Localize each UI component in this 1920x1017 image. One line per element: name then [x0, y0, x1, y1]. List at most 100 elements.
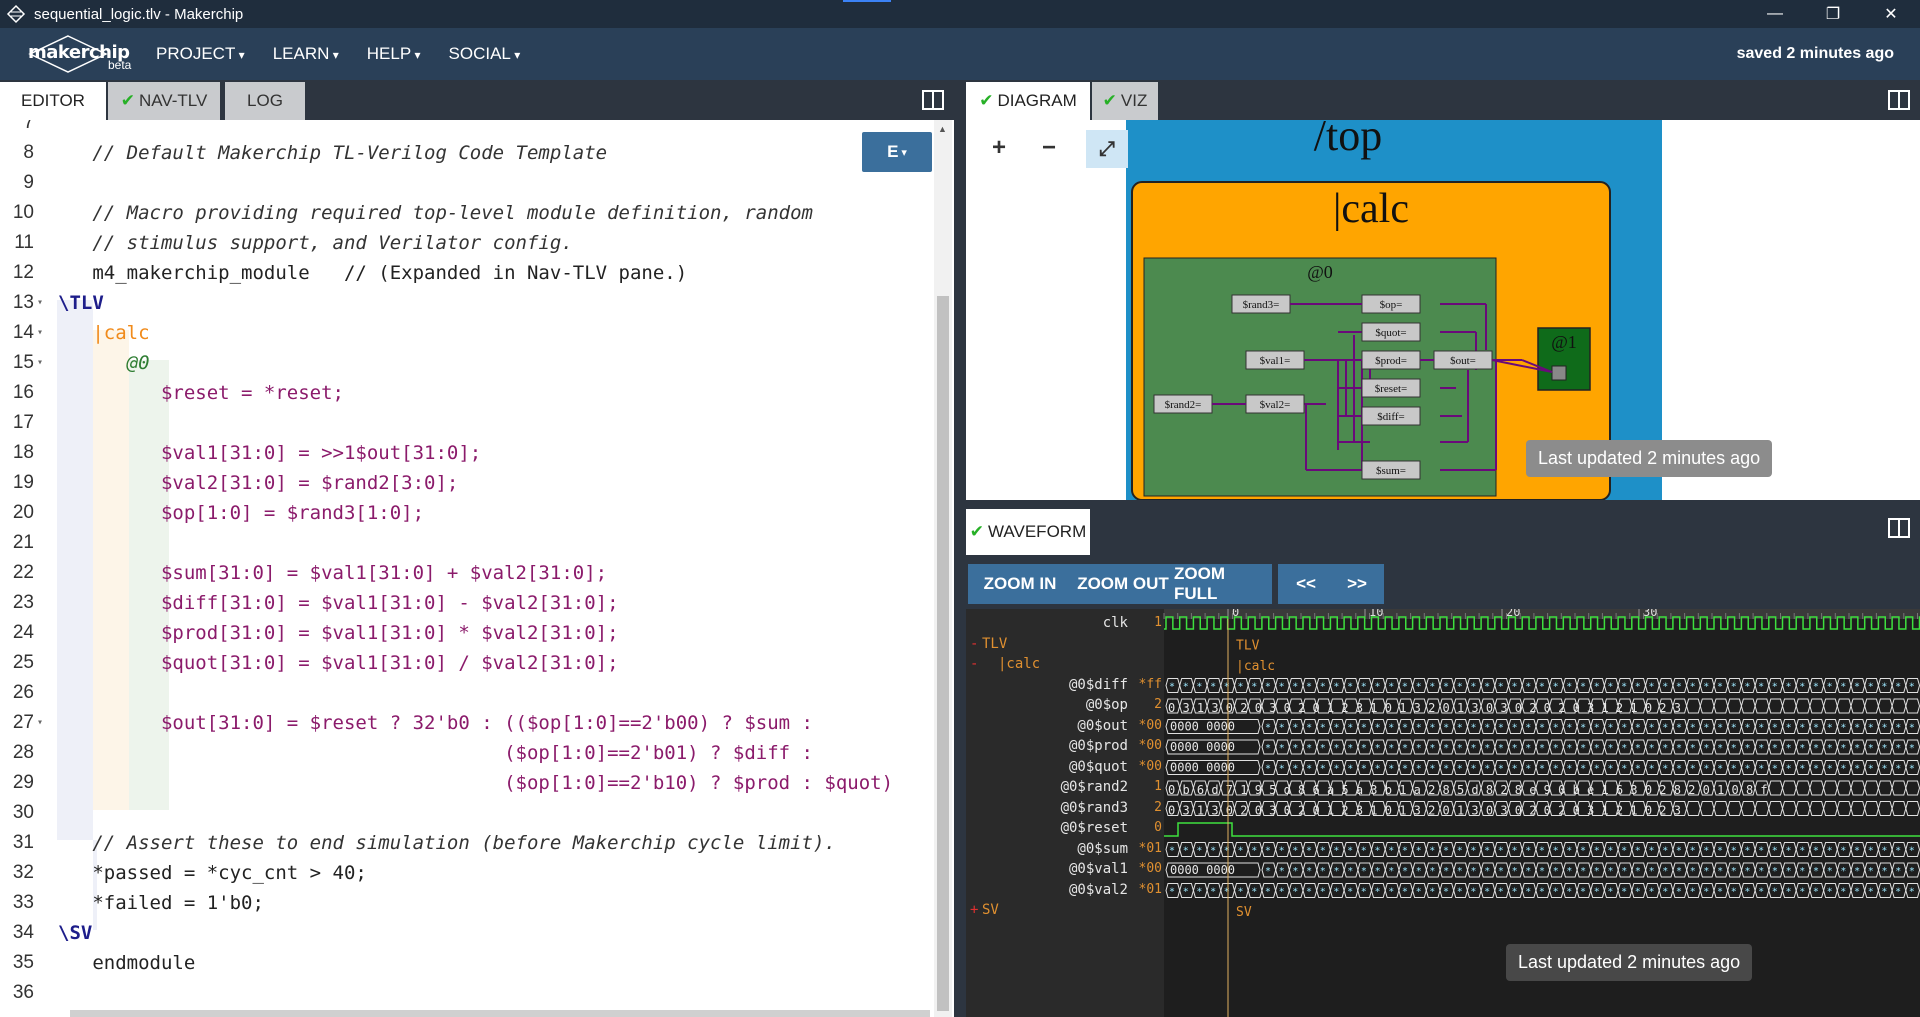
scroll-left-button[interactable]: << [1278, 564, 1334, 604]
tab-log[interactable]: LOG [225, 82, 305, 120]
bus-value: * [1429, 743, 1435, 754]
bus-value: * [1457, 743, 1463, 754]
code-line[interactable]: 23 $diff[31:0] = $val1[31:0] - $val2[31:… [0, 588, 940, 618]
bus-value: * [1607, 682, 1613, 693]
code-line[interactable]: 29 ($op[1:0]==2'b10) ? $prod : $quot) [0, 768, 940, 798]
bus-value: * [1649, 743, 1655, 754]
bus-value: * [1512, 743, 1518, 754]
bus-value: * [1813, 846, 1819, 857]
zoom-out-button[interactable]: ZOOM OUT [1072, 564, 1174, 604]
scroll-right-button[interactable]: >> [1330, 564, 1384, 604]
bus-value: * [1279, 764, 1285, 775]
bus-value: * [1512, 846, 1518, 857]
menu-project[interactable]: PROJECT [156, 44, 245, 64]
code-line[interactable]: 9 [0, 168, 940, 198]
check-icon: ✔ [120, 91, 135, 110]
tab-waveform[interactable]: ✔ WAVEFORM [966, 509, 1090, 555]
bus-value: * [1786, 866, 1792, 877]
diagram-canvas[interactable]: /top |calc @0 @1 $rand3= $op= $quot= $va… [966, 120, 1920, 500]
bus-value: * [1786, 682, 1792, 693]
code-line[interactable]: 36 [0, 978, 940, 1008]
code-line[interactable]: 18 $val1[31:0] = >>1$out[31:0]; [0, 438, 940, 468]
code-line[interactable]: 25 $quot[31:0] = $val1[31:0] / $val2[31:… [0, 648, 940, 678]
makerchip-logo[interactable]: makerchip beta [26, 32, 136, 76]
bus-segment [1795, 801, 1811, 816]
split-pane-icon[interactable] [922, 90, 944, 110]
restore-icon[interactable]: ❐ [1804, 0, 1862, 28]
tab-nav-tlv[interactable]: ✔ NAV-TLV [108, 82, 220, 120]
bus-value: * [1772, 764, 1778, 775]
minimize-icon[interactable]: — [1746, 0, 1804, 28]
code-line[interactable]: 14 ▾ |calc [0, 318, 940, 348]
code-line[interactable]: 27 ▾ $out[31:0] = $reset ? 32'b0 : (($op[… [0, 708, 940, 738]
bus-value: * [1799, 846, 1805, 857]
beta-label: beta [108, 58, 132, 72]
code-line[interactable]: 20 $op[1:0] = $rand3[1:0]; [0, 498, 940, 528]
menu-social[interactable]: SOCIAL [449, 44, 521, 64]
close-icon[interactable]: ✕ [1862, 0, 1920, 28]
bus-value: * [1772, 723, 1778, 734]
reset-trace [1164, 822, 1920, 837]
code-editor[interactable]: 7 8 // Default Makerchip TL-Verilog Code … [0, 120, 960, 1017]
bus-value: * [1320, 846, 1326, 857]
diagram-fit-button[interactable]: ⤢ [1086, 130, 1128, 168]
waveform-viewer[interactable]: ZOOM IN ZOOM OUT ZOOM FULL << >> 1 clk - TL… [966, 555, 1920, 1017]
code-line[interactable]: 8 // Default Makerchip TL-Verilog Code T… [0, 138, 940, 168]
fold-arrow-icon[interactable]: ▾ [37, 318, 43, 348]
code-line[interactable]: 33 *failed = 1'b0; [0, 888, 940, 918]
tab-viz[interactable]: ✔ VIZ [1092, 82, 1158, 120]
code-line[interactable]: 30 [0, 798, 940, 828]
code-line[interactable]: 31 // Assert these to end simulation (be… [0, 828, 940, 858]
bus-value: * [1662, 723, 1668, 734]
bus-value: * [1553, 866, 1559, 877]
code-line[interactable]: 10 // Macro providing required top-level… [0, 198, 940, 228]
code-line[interactable]: 21 [0, 528, 940, 558]
bus-value: * [1388, 764, 1394, 775]
bus-value: * [1361, 887, 1367, 898]
split-pane-icon[interactable] [1888, 518, 1910, 538]
fold-arrow-icon[interactable]: ▾ [37, 348, 43, 378]
fold-arrow-icon[interactable]: ▾ [37, 708, 43, 738]
wave-group-label: |calc [1236, 659, 1275, 674]
bus-value: * [1676, 743, 1682, 754]
code-line[interactable]: 34 \SV [0, 918, 940, 948]
bus-segment [1754, 698, 1770, 714]
code-line[interactable]: 12 m4_makerchip_module // (Expanded in N… [0, 258, 940, 288]
scroll-thumb[interactable] [937, 296, 949, 1011]
code-line[interactable]: 26 [0, 678, 940, 708]
code-line[interactable]: 16 $reset = *reset; [0, 378, 940, 408]
bus-value: * [1676, 887, 1682, 898]
code-line[interactable]: 17 [0, 408, 940, 438]
code-line[interactable]: 15 ▾ @0 [0, 348, 940, 378]
code-line[interactable]: 35 endmodule [0, 948, 940, 978]
code-line[interactable]: 13 ▾ \TLV [0, 288, 940, 318]
zoom-full-button[interactable]: ZOOM FULL [1174, 564, 1272, 604]
menu-help[interactable]: HELP [367, 44, 421, 64]
code-line[interactable]: 7 [0, 120, 940, 138]
code-line[interactable]: 28 ($op[1:0]==2'b01) ? $diff : [0, 738, 940, 768]
code-text: \TLV [58, 292, 104, 314]
split-pane-icon[interactable] [1888, 90, 1910, 110]
fold-arrow-icon[interactable]: ▾ [37, 288, 43, 318]
diagram-zoom-in-button[interactable]: + [992, 134, 1006, 162]
editor-mode-button[interactable]: E ▾ [862, 132, 932, 172]
code-line[interactable]: 22 $sum[31:0] = $val1[31:0] + $val2[31:0… [0, 558, 940, 588]
bus-value: * [1566, 846, 1572, 857]
bus-value: * [1717, 846, 1723, 857]
bus-segment [1740, 698, 1756, 714]
scroll-up-icon[interactable]: ▲ [938, 124, 947, 134]
zoom-in-button[interactable]: ZOOM IN [968, 564, 1072, 604]
code-line[interactable]: 11 // stimulus support, and Verilator co… [0, 228, 940, 258]
editor-horizontal-scrollbar[interactable] [70, 1010, 930, 1017]
bus-value: * [1498, 682, 1504, 693]
tab-diagram[interactable]: ✔ DIAGRAM [966, 82, 1090, 120]
code-line[interactable]: 19 $val2[31:0] = $rand2[3:0]; [0, 468, 940, 498]
tab-editor[interactable]: EDITOR [0, 82, 106, 120]
editor-vertical-scrollbar[interactable]: ▲ [934, 120, 952, 1017]
diagram-zoom-out-button[interactable]: − [1042, 134, 1056, 162]
menu-learn[interactable]: LEARN [273, 44, 339, 64]
pane-splitter[interactable] [954, 80, 966, 1017]
bus-value: * [1470, 887, 1476, 898]
code-line[interactable]: 32 *passed = *cyc_cnt > 40; [0, 858, 940, 888]
code-line[interactable]: 24 $prod[31:0] = $val1[31:0] * $val2[31:… [0, 618, 940, 648]
